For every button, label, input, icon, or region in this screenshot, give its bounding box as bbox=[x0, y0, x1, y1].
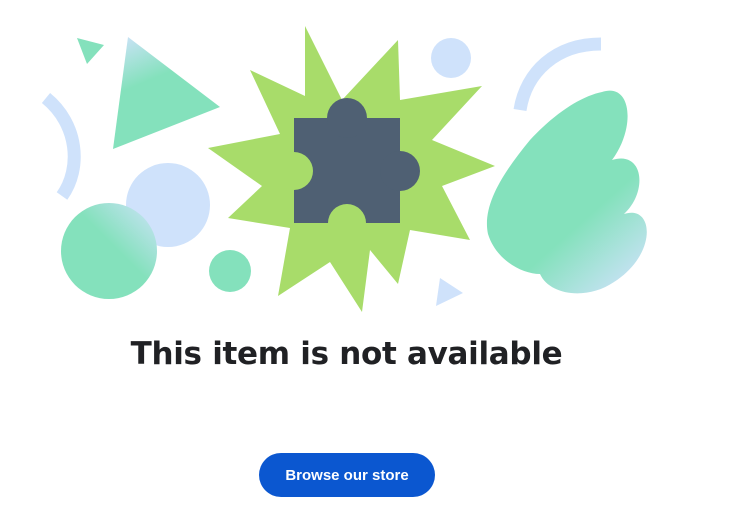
gradient-circle-shape bbox=[61, 203, 157, 299]
error-page: This item is not available Browse our st… bbox=[0, 0, 745, 524]
small-blue-triangle-shape bbox=[436, 278, 463, 306]
small-triangle-shape bbox=[77, 38, 104, 64]
large-triangle-shape bbox=[113, 37, 220, 149]
browse-store-button[interactable]: Browse our store bbox=[259, 453, 435, 497]
unavailable-illustration bbox=[41, 26, 647, 312]
page-title: This item is not available bbox=[130, 336, 563, 372]
wavy-blob-shape bbox=[486, 90, 647, 294]
mint-dot-shape bbox=[209, 250, 251, 292]
left-arc-shape bbox=[41, 92, 81, 200]
top-dot-shape bbox=[431, 38, 471, 78]
puzzle-piece-icon bbox=[275, 98, 420, 242]
